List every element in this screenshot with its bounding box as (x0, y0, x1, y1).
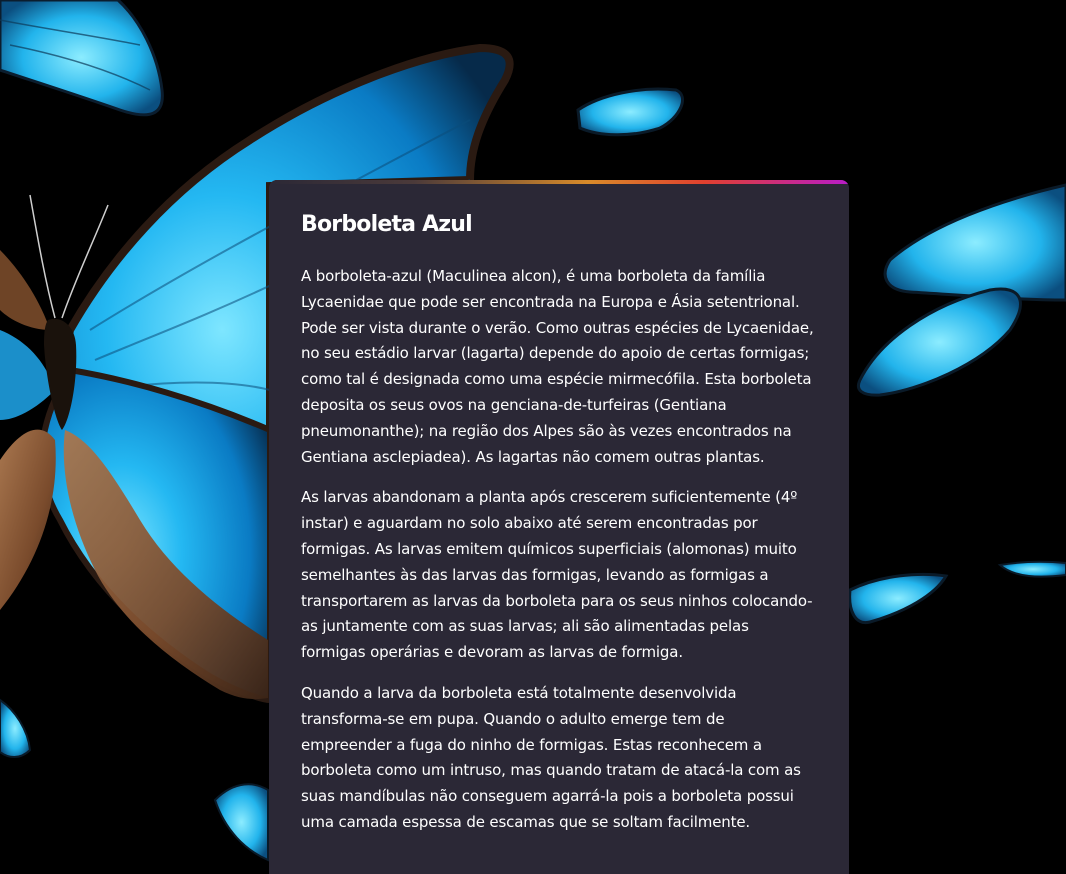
card-gradient-border (269, 180, 849, 184)
article-card: Borboleta Azul A borboleta-azul (Maculin… (269, 180, 849, 874)
article-paragraph-2: As larvas abandonam a planta após cresce… (301, 488, 813, 662)
small-butterfly-right (856, 183, 1066, 397)
small-butterfly-bottom-left (0, 698, 269, 862)
page: Borboleta Azul A borboleta-azul (Maculin… (0, 0, 1066, 874)
small-butterfly-top-center (576, 87, 684, 137)
article-title: Borboleta Azul (301, 212, 473, 237)
article-paragraph-1: A borboleta-azul (Maculinea alcon), é um… (301, 267, 814, 466)
small-butterfly-right-middle (848, 560, 1066, 625)
small-butterfly-top-left (0, 0, 164, 117)
article-paragraph-3: Quando a larva da borboleta está totalme… (301, 683, 801, 831)
